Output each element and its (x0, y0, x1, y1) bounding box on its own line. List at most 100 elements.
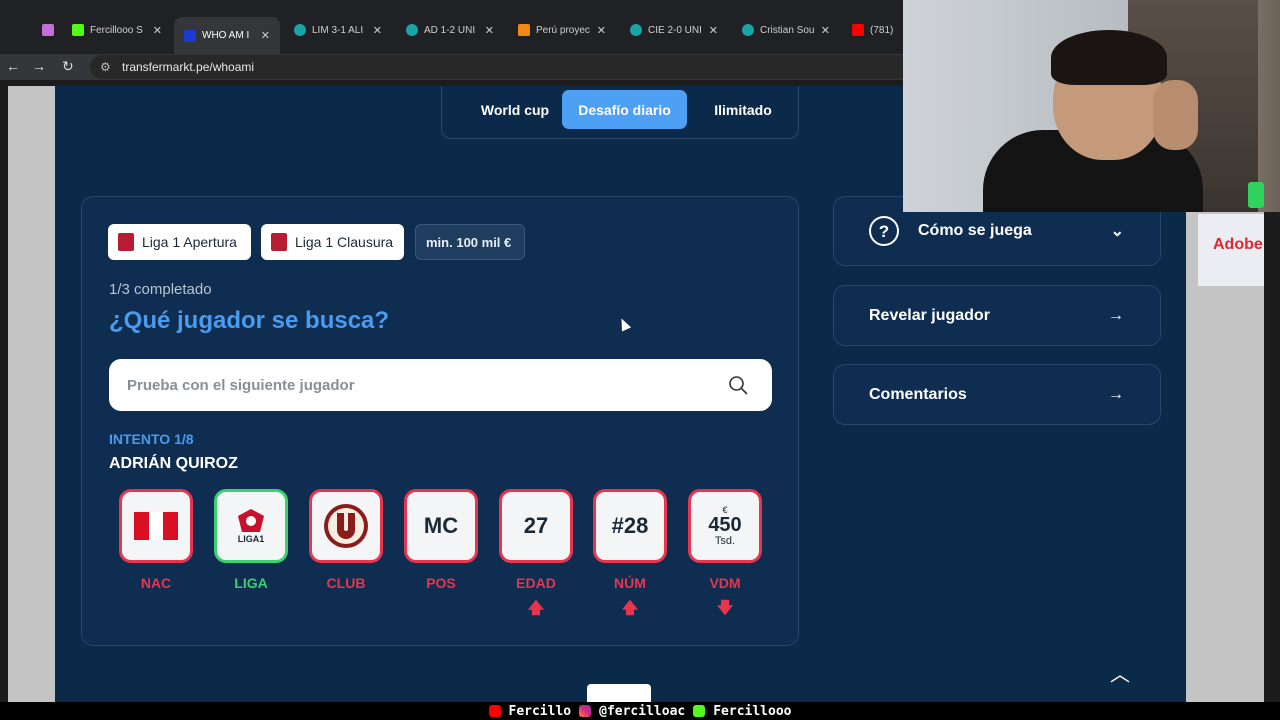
comments-label: Comentarios (869, 385, 967, 403)
chip-label: Liga 1 Clausura (295, 234, 394, 250)
tab-1[interactable]: WHO AM I ✕ (174, 17, 280, 54)
guessed-player-name: ADRIÁN QUIROZ (109, 455, 238, 472)
mode-world-cup[interactable]: World cup (456, 90, 574, 129)
tab-group-icon[interactable] (32, 17, 62, 43)
help-circle-icon: ? (869, 216, 899, 246)
clue-league: LIGA1 (214, 489, 288, 563)
clue-position: MC (404, 489, 478, 563)
svg-text:?: ? (879, 222, 889, 241)
scroll-to-top-icon[interactable]: ︿ (1110, 658, 1130, 687)
liga1-logo-icon (271, 233, 287, 251)
reload-icon[interactable]: ↻ (62, 58, 74, 75)
close-icon[interactable]: ✕ (709, 24, 718, 37)
site-favicon-icon (630, 24, 642, 36)
mode-unlimited[interactable]: Ilimitado (696, 90, 790, 129)
webcam-overlay (903, 0, 1280, 212)
side-advertisement[interactable]: Adobe (1198, 214, 1264, 286)
filter-chip-apertura[interactable]: Liga 1 Apertura (108, 224, 251, 260)
position-value: MC (423, 513, 459, 538)
arrow-down-icon: 🡇 (716, 600, 734, 617)
tab-7[interactable]: (781) L (842, 17, 904, 43)
kick-icon (693, 705, 706, 717)
clue-label-club: CLUB (326, 575, 366, 591)
close-icon[interactable]: ✕ (373, 24, 382, 37)
extension-icon (42, 24, 54, 36)
tab-5[interactable]: CIE 2-0 UNI ✕ (620, 17, 728, 43)
player-search-input[interactable] (127, 359, 707, 411)
clue-market-value: € 450 Tsd. (688, 489, 762, 563)
screen: Fercillooo S ✕ WHO AM I ✕ LIM 3-1 ALI ✕ … (0, 0, 1280, 720)
close-icon[interactable]: ✕ (485, 24, 494, 37)
clue-age: 27 (499, 489, 573, 563)
site-favicon-icon (406, 24, 418, 36)
tab-3[interactable]: AD 1-2 UNI ✕ (396, 17, 504, 43)
search-icon[interactable] (728, 375, 748, 395)
shirt-number-value: #28 (611, 513, 649, 538)
webcam-green-light (1248, 182, 1264, 208)
transfermarkt-favicon-icon (184, 29, 196, 42)
site-favicon-icon (742, 24, 754, 36)
tab-6[interactable]: Cristian Sou ✕ (732, 17, 840, 43)
tab-label: WHO AM I (202, 30, 250, 41)
game-card: Liga 1 Apertura Liga 1 Clausura min. 100… (81, 196, 799, 646)
attempt-counter: INTENTO 1/8 (109, 431, 194, 447)
site-favicon-icon (294, 24, 306, 36)
tab-label: AD 1-2 UNI (424, 24, 476, 36)
arrow-right-icon: → (1108, 306, 1124, 324)
youtube-favicon-icon (852, 24, 864, 36)
arrow-up-icon: 🡅 (527, 600, 545, 617)
league-logo-text: LIGA1 (237, 534, 265, 544)
arrow-right-icon: → (1108, 385, 1124, 403)
tab-4[interactable]: Perú proyec ✕ (508, 17, 616, 43)
chip-label: Liga 1 Apertura (142, 234, 237, 250)
clue-label-liga: LIGA (234, 575, 268, 591)
universitario-crest-icon (324, 504, 368, 548)
back-icon[interactable]: ← (6, 58, 20, 74)
tab-0[interactable]: Fercillooo S ✕ (62, 17, 172, 43)
tab-label: Perú proyec (536, 24, 590, 36)
tab-label: Cristian Sou (760, 24, 815, 36)
close-icon[interactable]: ✕ (821, 24, 830, 37)
tab-label: (781) L (870, 24, 894, 36)
site-settings-icon[interactable]: ⚙ (100, 60, 111, 74)
tab-label: Fercillooo S (90, 24, 143, 36)
how-to-play-label: Cómo se juega (918, 222, 1032, 239)
chip-label: min. 100 mil € (426, 234, 512, 250)
filter-chip-clausura[interactable]: Liga 1 Clausura (261, 224, 404, 260)
ad-text: Adobe (1213, 236, 1263, 253)
clue-label-pos: POS (426, 575, 456, 591)
filter-chip-min-value[interactable]: min. 100 mil € (415, 224, 525, 260)
site-favicon-icon (518, 24, 530, 36)
question-heading: ¿Qué jugador se busca? (109, 307, 390, 334)
reveal-player-label: Revelar jugador (869, 306, 990, 324)
bottom-drawer-handle[interactable] (587, 684, 651, 702)
forward-icon[interactable]: → (32, 58, 46, 74)
comments-button[interactable]: Comentarios → (833, 364, 1161, 425)
url-field[interactable]: ⚙ transfermarkt.pe/whoami (90, 55, 910, 79)
age-value: 27 (523, 513, 549, 538)
clue-label-num: NÚM (614, 575, 646, 591)
market-value: 450 (708, 514, 742, 536)
mode-switch: World cup Desafío diario Ilimitado (441, 86, 799, 139)
close-icon[interactable]: ✕ (597, 24, 606, 37)
tab-label: CIE 2-0 UNI (648, 24, 702, 36)
player-search-box (109, 359, 772, 411)
clue-nationality (119, 489, 193, 563)
youtube-icon (488, 705, 501, 717)
clue-number: #28 (593, 489, 667, 563)
peru-flag-icon (134, 512, 178, 540)
kick-handle: Fercillooo (713, 703, 792, 719)
mode-daily-challenge[interactable]: Desafío diario (562, 90, 687, 129)
arrow-up-icon: 🡅 (621, 600, 639, 617)
youtube-handle: Fercillo (508, 703, 572, 719)
close-icon[interactable]: ✕ (153, 24, 162, 37)
close-icon[interactable]: ✕ (261, 29, 270, 42)
tab-2[interactable]: LIM 3-1 ALI ✕ (284, 17, 392, 43)
chevron-down-icon: ⌄ (1110, 223, 1124, 240)
reveal-player-button[interactable]: Revelar jugador → (833, 285, 1161, 346)
stream-social-footer: Fercillo @fercilloac Fercillooo (0, 702, 1280, 720)
tab-label: LIM 3-1 ALI (312, 24, 364, 36)
clue-label-vdm: VDM (709, 575, 741, 591)
clue-label-edad: EDAD (516, 575, 556, 591)
clue-label-nac: NAC (140, 575, 172, 591)
